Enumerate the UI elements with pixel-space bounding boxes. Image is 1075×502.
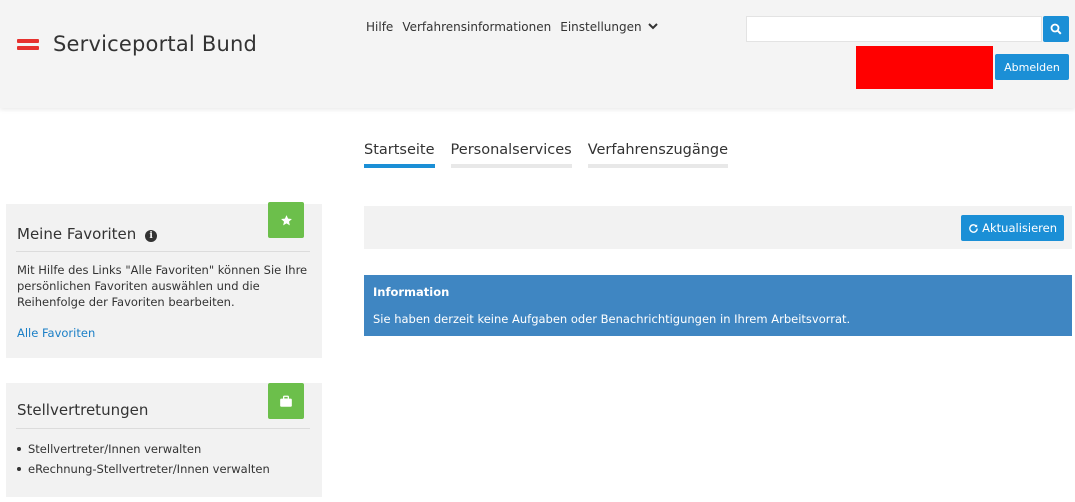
delegations-item-label: Stellvertreter/Innen verwalten [28,442,202,456]
austria-flag-icon [17,38,39,50]
favorites-badge [268,202,304,238]
header: Serviceportal Bund Hilfe Verfahrensinfor… [0,0,1075,108]
delegations-card: Stellvertretungen Stellvertreter/Innen v… [6,383,322,497]
logo[interactable]: Serviceportal Bund [17,32,257,56]
information-panel: Information Sie haben derzeit keine Aufg… [364,275,1072,336]
tab-verfahrenszugaenge[interactable]: Verfahrenszugänge [587,142,729,168]
refresh-icon [969,223,978,233]
favorites-divider [16,251,310,252]
info-icon[interactable]: i [145,230,158,242]
logout-button[interactable]: Abmelden [995,54,1069,80]
logo-text: Serviceportal Bund [53,32,257,56]
star-icon [280,214,292,225]
search-input[interactable] [746,16,1042,42]
tab-startseite[interactable]: Startseite [364,142,435,168]
information-text: Sie haben derzeit keine Aufgaben oder Be… [373,312,851,326]
delegations-list: Stellvertreter/Innen verwalten eRechnung… [17,442,270,482]
nav-link-einstellungen-label: Einstellungen [560,20,642,34]
delegations-divider [16,428,310,429]
nav-link-verfahrensinformationen[interactable]: Verfahrensinformationen [402,20,551,34]
refresh-button[interactable]: Aktualisieren [961,215,1064,241]
chevron-down-icon [648,23,659,30]
favorites-description: Mit Hilfe des Links "Alle Favoriten" kön… [17,263,308,309]
favorites-title-label: Meine Favoriten [17,225,137,243]
nav-link-hilfe[interactable]: Hilfe [366,20,393,34]
delegations-badge [268,383,304,419]
refresh-bar: Aktualisieren [364,206,1072,249]
list-item[interactable]: eRechnung-Stellvertreter/Innen verwalten [17,462,270,476]
briefcase-icon [280,395,292,407]
nav-link-einstellungen[interactable]: Einstellungen [560,20,659,34]
all-favorites-link[interactable]: Alle Favoriten [17,326,95,340]
tab-personalservices[interactable]: Personalservices [450,142,572,168]
favorites-card: Meine Favoriten i Mit Hilfe des Links "A… [6,202,322,358]
delegations-item-label: eRechnung-Stellvertreter/Innen verwalten [28,462,270,476]
redacted-username [856,46,993,89]
delegations-title: Stellvertretungen [17,401,149,419]
main-tabs: Startseite Personalservices Verfahrenszu… [364,142,744,168]
favorites-title: Meine Favoriten i [17,225,158,243]
information-title: Information [373,285,450,299]
refresh-label: Aktualisieren [982,221,1057,235]
top-navigation: Hilfe Verfahrensinformationen Einstellun… [366,20,659,34]
search-icon [1050,23,1062,35]
list-item[interactable]: Stellvertreter/Innen verwalten [17,442,270,456]
search-button[interactable] [1043,16,1069,42]
